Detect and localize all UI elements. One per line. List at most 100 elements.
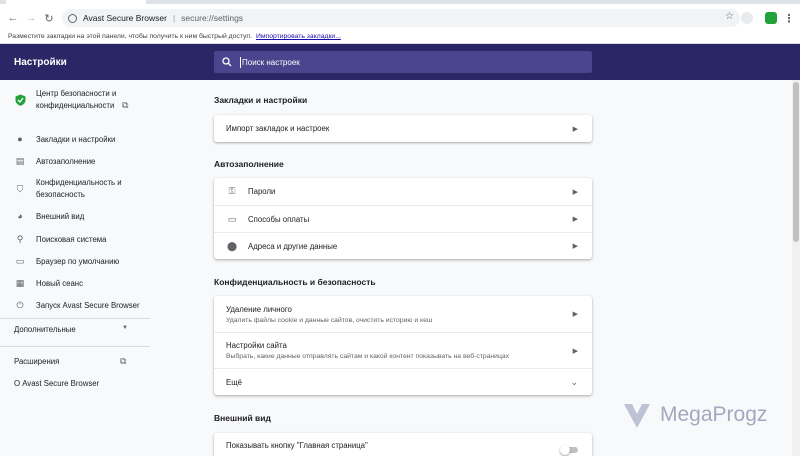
watermark-text: MegaProgz — [660, 403, 768, 426]
chevron-down-icon: ⌄ — [570, 376, 578, 387]
sidebar-item-security-center[interactable]: Центр безопасности и конфиденциальности … — [14, 88, 144, 112]
passwords-row[interactable]: ⚿ Пароли ▶ — [214, 178, 592, 205]
section-title-bookmarks: Закладки и настройки — [214, 95, 308, 105]
section-title-appearance: Внешний вид — [214, 413, 271, 423]
autofill-card: ⚿ Пароли ▶ ▭ Способы оплаты ▶ ⬤ Адреса и… — [214, 178, 592, 259]
open-external-icon[interactable]: ⧉ — [122, 100, 128, 111]
sidebar-item-label: Дополнительные — [14, 325, 76, 334]
sidebar-item-bookmarks[interactable]: ● Закладки и настройки — [14, 133, 115, 145]
clear-data-row[interactable]: Удаление личного Удалить файлы cookie и … — [214, 296, 592, 332]
browser-toolbar: ← → ↻ Avast Secure Browser | secure://se… — [0, 4, 800, 31]
search-input[interactable]: Поиск настроек — [214, 51, 592, 73]
section-title-autofill: Автозаполнение — [214, 159, 284, 169]
sidebar: Центр безопасности и конфиденциальности … — [0, 80, 150, 456]
more-row[interactable]: Ещё ⌄ — [214, 368, 592, 395]
key-icon: ⚿ — [228, 186, 236, 196]
palette-icon: ◕ — [17, 211, 23, 221]
sidebar-item-label: Автозаполнение — [36, 156, 96, 166]
person-icon: ● — [17, 134, 23, 144]
sidebar-item-startup[interactable]: ⏻ Запуск Avast Secure Browser — [14, 299, 139, 311]
watermark-logo — [624, 404, 650, 428]
reload-icon[interactable]: ↻ — [40, 9, 58, 27]
power-icon: ⏻ — [16, 299, 24, 310]
sidebar-divider — [0, 318, 150, 319]
sidebar-item-label: Браузер по умолчанию — [36, 256, 120, 266]
sidebar-item-label: О Avast Secure Browser — [14, 379, 100, 388]
row-label: Удаление личного — [226, 304, 292, 314]
sidebar-item-label: Внешний вид — [36, 211, 85, 221]
sidebar-item-advanced[interactable]: Дополнительные ▼ — [14, 325, 132, 334]
sidebar-item-label: Расширения — [14, 357, 60, 366]
bookmark-star-icon[interactable]: ☆ — [725, 11, 734, 22]
sidebar-item-autofill[interactable]: ▤ Автозаполнение — [14, 155, 96, 167]
search-icon: ⚲ — [16, 233, 24, 244]
credit-card-icon: ▭ — [227, 213, 237, 224]
open-external-icon: ⧉ — [120, 356, 127, 366]
url-separator: | — [172, 13, 176, 23]
url-path: secure://settings — [181, 13, 244, 23]
addresses-row[interactable]: ⬤ Адреса и другие данные ▶ — [214, 232, 592, 259]
home-button-row[interactable]: Показывать кнопку "Главная страница" — [214, 433, 592, 456]
arrow-right-icon: ▶ — [572, 188, 578, 196]
bookmarks-bar: Разместите закладки на этой панели, чтоб… — [0, 31, 800, 44]
sidebar-item-appearance[interactable]: ◕ Внешний вид — [14, 210, 84, 222]
avast-shield-extension-icon[interactable] — [765, 12, 777, 24]
watermark: MegaProgz — [622, 400, 767, 430]
privacy-card: Удаление личного Удалить файлы cookie и … — [214, 296, 592, 395]
arrow-right-icon: ▶ — [572, 243, 578, 250]
settings-header: Настройки Поиск настроек — [0, 44, 800, 80]
site-name: Avast Secure Browser — [83, 13, 167, 23]
sidebar-item-about[interactable]: О Avast Secure Browser — [14, 379, 99, 388]
forward-icon[interactable]: → — [22, 9, 40, 27]
location-pin-icon: ⬤ — [226, 240, 238, 251]
sidebar-item-label: Конфиденциальность и безопасность — [36, 178, 122, 199]
arrow-right-icon: ▶ — [572, 216, 578, 223]
row-label: Импорт закладок и настроек — [226, 124, 330, 133]
page-title: Настройки — [14, 56, 67, 68]
dropdown-arrow-icon: ▼ — [122, 325, 128, 331]
row-label: Пароли — [248, 187, 276, 196]
address-bar[interactable]: Avast Secure Browser | secure://settings… — [62, 9, 740, 27]
home-button-toggle[interactable] — [560, 445, 578, 455]
sidebar-item-label: Новый сеанс — [36, 278, 84, 288]
sidebar-item-search-engine[interactable]: ⚲ Поисковая система — [14, 233, 107, 245]
row-description: Удалить файлы cookie и данные сайтов, оч… — [226, 316, 433, 324]
menu-icon[interactable]: ⋮ — [780, 9, 798, 27]
browser-icon: ▭ — [15, 255, 25, 266]
sidebar-item-label: Центр безопасности и конфиденциальности — [36, 89, 117, 110]
row-label: Настройки сайта — [226, 341, 287, 350]
bookmarks-card: Импорт закладок и настроек ▶ — [214, 115, 592, 142]
back-icon[interactable]: ← — [4, 9, 22, 27]
sidebar-item-label: Поисковая система — [36, 234, 107, 244]
bookmarks-hint: Разместите закладки на этой панели, чтоб… — [8, 33, 252, 40]
row-description: Выбрать, какие данные отправлять сайтам … — [226, 353, 510, 360]
clipboard-icon: ▤ — [15, 155, 25, 166]
sidebar-item-privacy[interactable]: ⛉ Конфиденциальность и безопасность — [14, 177, 144, 201]
import-bookmarks-link[interactable]: Импортировать закладки... — [256, 33, 341, 40]
arrow-right-icon: ▶ — [572, 311, 578, 318]
scrollbar[interactable] — [792, 80, 800, 456]
row-label: Адреса и другие данные — [248, 241, 338, 251]
arrow-right-icon: ▶ — [572, 348, 578, 355]
settings-content: Закладки и настройки Импорт закладок и н… — [214, 80, 594, 456]
payment-methods-row[interactable]: ▭ Способы оплаты ▶ — [214, 205, 592, 232]
sidebar-item-default-browser[interactable]: ▭ Браузер по умолчанию — [14, 255, 120, 267]
row-label: Способы оплаты — [248, 214, 310, 224]
import-bookmarks-row[interactable]: Импорт закладок и настроек ▶ — [214, 115, 592, 142]
arrow-right-icon: ▶ — [572, 125, 578, 133]
sidebar-item-label: Закладки и настройки — [36, 134, 116, 144]
sidebar-item-new-session[interactable]: ▦ Новый сеанс — [14, 277, 83, 289]
sidebar-item-extensions[interactable]: Расширения ⧉ — [14, 356, 132, 366]
search-icon — [222, 57, 232, 67]
section-title-privacy: Конфиденциальность и безопасность — [214, 277, 376, 287]
site-settings-row[interactable]: Настройки сайта Выбрать, какие данные от… — [214, 332, 592, 368]
search-placeholder: Поиск настроек — [242, 57, 300, 67]
site-info-icon[interactable] — [68, 13, 77, 23]
extension-icon[interactable] — [741, 12, 753, 24]
text-caret — [240, 56, 241, 68]
appearance-card: Показывать кнопку "Главная страница" — [214, 433, 592, 456]
row-label: Ещё — [226, 377, 242, 387]
scrollbar-thumb[interactable] — [793, 82, 799, 242]
calendar-icon: ▦ — [15, 277, 25, 288]
shield-icon: ⛉ — [16, 183, 24, 194]
